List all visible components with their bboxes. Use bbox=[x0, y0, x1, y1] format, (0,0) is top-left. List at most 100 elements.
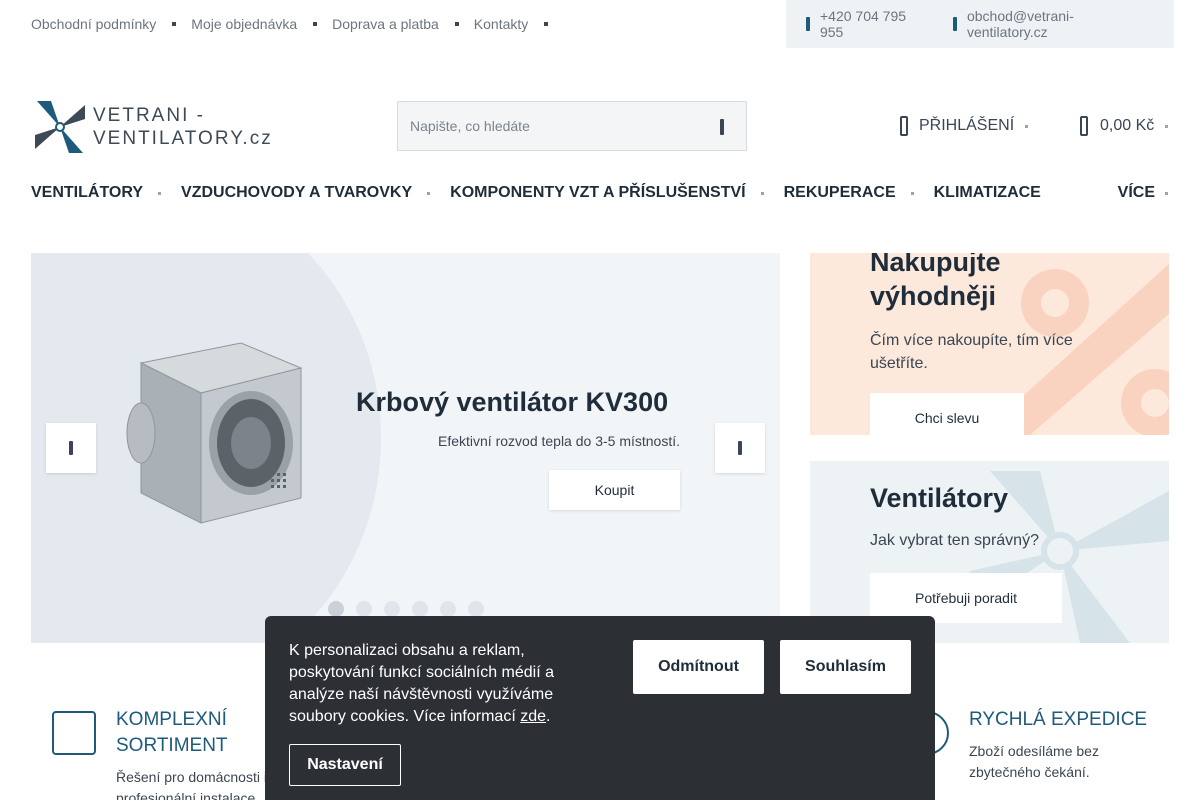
arrow-left-icon bbox=[69, 441, 73, 455]
cookie-text-line: K personalizaci obsahu a reklam, bbox=[289, 642, 525, 659]
nav-label: REKUPERACE bbox=[783, 184, 896, 201]
main-nav: VENTILÁTORY VZDUCHOVODY A TVAROVKY KOMPO… bbox=[31, 183, 1171, 203]
feature-text-line: Zboží odesíláme bez bbox=[969, 743, 1099, 759]
search-icon[interactable] bbox=[720, 119, 724, 135]
nav-label: VZDUCHOVODY A TVAROVKY bbox=[181, 184, 413, 201]
slider-dot[interactable] bbox=[440, 601, 456, 617]
slider-dot[interactable] bbox=[384, 601, 400, 617]
email-link[interactable]: obchod@vetrani-ventilatory.cz bbox=[952, 8, 1154, 40]
fan-box-icon bbox=[52, 711, 96, 755]
separator bbox=[454, 22, 459, 26]
nav-item-klimatizace[interactable]: KLIMATIZACE bbox=[934, 184, 1041, 202]
nav-item-vzduchovody[interactable]: VZDUCHOVODY A TVAROVKY bbox=[181, 184, 450, 202]
discount-button[interactable]: Chci slevu bbox=[870, 393, 1024, 435]
hero-slider: Krbový ventilátor KV300 Efektivní rozvod… bbox=[31, 253, 780, 643]
link-terms[interactable]: Obchodní podmínky bbox=[31, 16, 191, 32]
separator bbox=[313, 22, 318, 26]
slider-prev-button[interactable] bbox=[46, 423, 96, 473]
chevron-down-icon bbox=[760, 191, 764, 195]
promo-text-line: Čím více nakoupíte, tím více bbox=[870, 332, 1073, 349]
email-address: obchod@vetrani-ventilatory.cz bbox=[966, 8, 1074, 40]
separator bbox=[172, 22, 177, 26]
slider-dot[interactable] bbox=[412, 601, 428, 617]
promo-title-line: Nakupujte bbox=[870, 253, 1001, 277]
chevron-down-icon bbox=[1025, 124, 1029, 128]
link-my-order-label: Moje objednávka bbox=[191, 16, 298, 32]
cookie-text-line: poskytování funkcí sociálních médií a bbox=[289, 664, 555, 681]
cookie-text-line: analýze naší návštěvnosti využíváme bbox=[289, 686, 554, 703]
cart-button[interactable]: 0,00 Kč bbox=[1080, 116, 1169, 136]
search-input[interactable] bbox=[410, 118, 700, 134]
product-image bbox=[126, 342, 303, 524]
link-contacts[interactable]: Kontakty bbox=[474, 16, 563, 32]
cookie-settings-button[interactable]: Nastavení bbox=[289, 744, 401, 786]
slider-dot[interactable] bbox=[328, 601, 344, 617]
feature-title-line: SORTIMENT bbox=[116, 735, 228, 756]
feature-text: Zboží odesíláme bez zbytečného čekání. bbox=[969, 741, 1169, 783]
cookie-period: . bbox=[546, 708, 551, 725]
cookie-accept-button[interactable]: Souhlasím bbox=[780, 640, 911, 694]
promo-card-title: Nakupujte výhodněji bbox=[870, 253, 1001, 313]
feature-text-line: zbytečného čekání. bbox=[969, 764, 1090, 780]
nav-item-komponenty[interactable]: KOMPONENTY VZT A PŘÍSLUŠENSTVÍ bbox=[450, 184, 783, 202]
nav-label: VÍCE bbox=[1117, 184, 1155, 201]
chevron-down-icon bbox=[427, 191, 431, 195]
nav-label: VENTILÁTORY bbox=[31, 184, 144, 201]
logo-wordmark: VETRANI - VENTILATORY.cz bbox=[93, 104, 273, 150]
feature-title: KOMPLEXNÍ SORTIMENT bbox=[116, 707, 286, 759]
top-links: Obchodní podmínky Moje objednávka Doprav… bbox=[31, 16, 563, 32]
link-shipping-label: Doprava a platba bbox=[332, 16, 439, 32]
slider-next-button[interactable] bbox=[715, 423, 765, 473]
phone-link[interactable]: +420 704 795 955 bbox=[806, 8, 933, 40]
chevron-down-icon bbox=[158, 191, 162, 195]
link-terms-label: Obchodní podmínky bbox=[31, 16, 157, 32]
slider-dots bbox=[328, 601, 496, 617]
nav-label: KLIMATIZACE bbox=[933, 184, 1041, 201]
top-bar: Obchodní podmínky Moje objednávka Doprav… bbox=[0, 0, 1200, 48]
feature-title: RYCHLÁ EXPEDICE bbox=[969, 709, 1148, 730]
mail-icon bbox=[952, 17, 957, 31]
promo-card-text: Čím více nakoupíte, tím více ušetříte. bbox=[870, 329, 1073, 375]
link-my-order[interactable]: Moje objednávka bbox=[191, 16, 332, 32]
hero-subtitle: Efektivní rozvod tepla do 3-5 místností. bbox=[438, 433, 681, 449]
feature-shipping: RYCHLÁ EXPEDICE Zboží odesíláme bez zbyte… bbox=[905, 707, 1165, 800]
nav-item-rekuperace[interactable]: REKUPERACE bbox=[784, 184, 934, 202]
hero-title: Krbový ventilátor KV300 bbox=[356, 387, 669, 417]
logo-line-1: VETRANI - bbox=[93, 105, 205, 126]
cookie-text-line: soubory cookies. Více informací bbox=[289, 708, 516, 725]
nav-label: KOMPONENTY VZT A PŘÍSLUŠENSTVÍ bbox=[450, 184, 746, 201]
search-bar bbox=[397, 101, 747, 151]
phone-number: +420 704 795 955 bbox=[819, 8, 907, 40]
contact-box: +420 704 795 955 obchod@vetrani-ventilat… bbox=[786, 0, 1174, 48]
chevron-down-icon bbox=[910, 191, 914, 195]
link-shipping[interactable]: Doprava a platba bbox=[332, 16, 474, 32]
link-contacts-label: Kontakty bbox=[473, 16, 529, 32]
slider-dot[interactable] bbox=[356, 601, 372, 617]
slider-dot[interactable] bbox=[468, 601, 484, 617]
site-logo[interactable]: VETRANI - VENTILATORY.cz bbox=[31, 96, 271, 158]
chevron-down-icon bbox=[1165, 124, 1169, 128]
user-icon bbox=[900, 116, 908, 136]
cookie-reject-button[interactable]: Odmítnout bbox=[633, 640, 764, 694]
cookie-text: K personalizaci obsahu a reklam, poskyto… bbox=[289, 640, 579, 728]
feature-text-line: profesionální instalace. bbox=[116, 790, 260, 800]
phone-icon bbox=[806, 17, 810, 31]
promo-card-title: Ventilátory bbox=[870, 483, 1009, 513]
promo-text-line: ušetříte. bbox=[870, 355, 928, 372]
buy-button[interactable]: Koupit bbox=[549, 470, 680, 510]
fan-logo-icon bbox=[35, 101, 85, 153]
feature-assortment: KOMPLEXNÍ SORTIMENT Řešení pro domácnosti… bbox=[52, 707, 292, 800]
logo-line-2: VENTILATORY.cz bbox=[93, 128, 273, 149]
arrow-right-icon bbox=[738, 441, 742, 455]
feature-text-line: Řešení pro domácnosti i bbox=[116, 769, 267, 785]
cookie-banner: K personalizaci obsahu a reklam, poskyto… bbox=[265, 616, 935, 800]
cart-icon bbox=[1080, 116, 1088, 136]
promo-card-text: Jak vybrat ten správný? bbox=[870, 532, 1039, 549]
cookie-info-link[interactable]: zde bbox=[520, 708, 546, 725]
nav-item-more[interactable]: VÍCE bbox=[1118, 184, 1168, 202]
nav-item-ventilatory[interactable]: VENTILÁTORY bbox=[31, 184, 181, 202]
cart-total: 0,00 Kč bbox=[1100, 117, 1155, 134]
feature-title-line: KOMPLEXNÍ bbox=[116, 709, 227, 730]
promo-card-discount: Nakupujte výhodněji Čím více nakoupíte, t… bbox=[810, 253, 1169, 435]
login-button[interactable]: PŘIHLÁŠENÍ bbox=[900, 116, 1029, 136]
